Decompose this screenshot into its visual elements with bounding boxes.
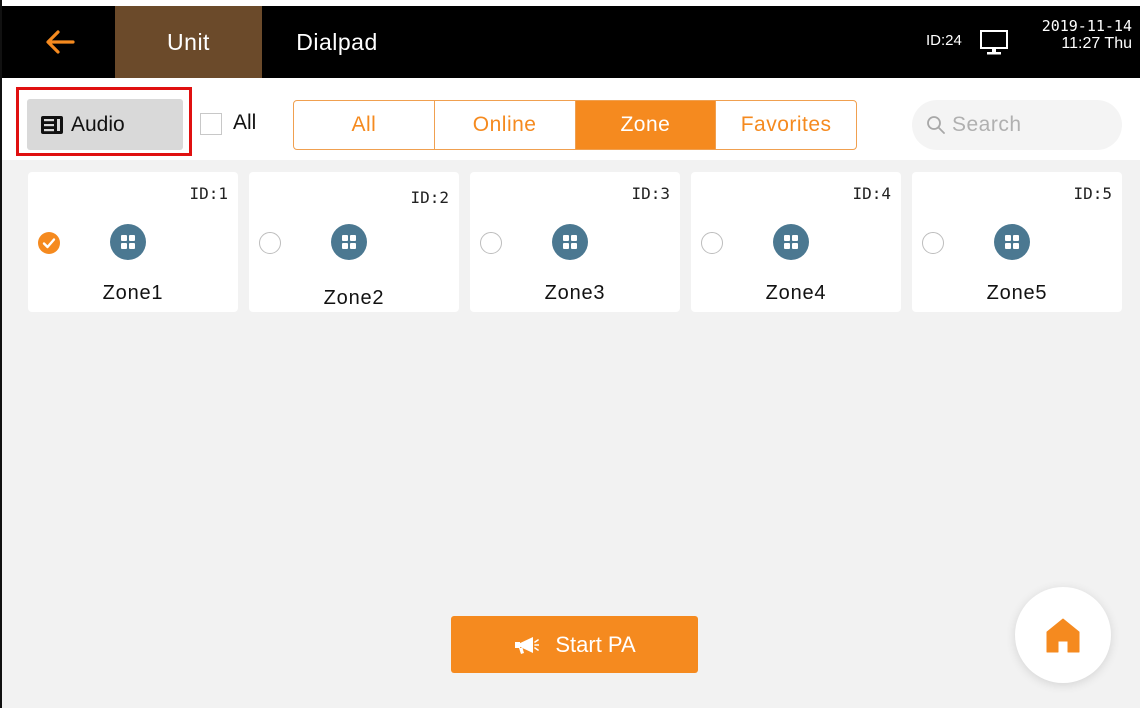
zone-name: Zone3 <box>544 282 606 304</box>
date-time: 2019-11-14 11:27 Thu <box>1020 17 1132 53</box>
zone-card-4[interactable]: ID:4 Zone4 <box>691 172 901 312</box>
computer-monitor-icon <box>980 30 1008 55</box>
select-all-label: All <box>233 111 257 134</box>
search-input[interactable] <box>952 113 1112 137</box>
zone-id: ID:2 <box>410 188 449 207</box>
zone-card-2[interactable]: ID:2 Zone2 <box>249 172 459 312</box>
zone-select-radio[interactable] <box>38 232 60 254</box>
filter-zone[interactable]: Zone <box>575 101 717 149</box>
current-time: 11:27 Thu <box>1061 35 1132 52</box>
search-box[interactable] <box>912 100 1122 150</box>
audio-button-label: Audio <box>71 112 125 136</box>
zone-grid-icon <box>552 224 588 260</box>
zone-card-1[interactable]: ID:1 Zone1 <box>28 172 238 312</box>
tab-dialpad[interactable]: Dialpad <box>262 6 412 78</box>
zone-grid-icon <box>331 224 367 260</box>
list-icon <box>41 115 63 134</box>
grid-icon <box>784 235 798 249</box>
zone-select-radio[interactable] <box>701 232 723 254</box>
back-button[interactable] <box>10 6 110 78</box>
audio-button[interactable]: Audio <box>27 99 183 150</box>
zone-id: ID:3 <box>631 184 670 203</box>
checkmark-icon <box>42 238 56 249</box>
zone-name: Zone4 <box>765 282 827 304</box>
home-button[interactable] <box>1015 587 1111 683</box>
zone-name: Zone1 <box>102 282 164 304</box>
start-pa-button[interactable]: Start PA <box>451 616 698 673</box>
select-all-checkbox[interactable] <box>200 113 222 135</box>
tab-unit[interactable]: Unit <box>115 6 262 78</box>
zone-select-radio[interactable] <box>480 232 502 254</box>
filter-favorites[interactable]: Favorites <box>716 101 856 149</box>
zone-id: ID:5 <box>1073 184 1112 203</box>
zone-grid-icon <box>110 224 146 260</box>
device-id: ID:24 <box>926 32 962 49</box>
zone-id: ID:4 <box>852 184 891 203</box>
zone-select-radio[interactable] <box>259 232 281 254</box>
zone-grid-icon <box>994 224 1030 260</box>
zone-select-radio[interactable] <box>922 232 944 254</box>
arrow-left-icon <box>46 30 75 54</box>
app-screen: Unit Dialpad ID:24 2019-11-14 11:27 Thu … <box>0 0 1140 708</box>
filter-online[interactable]: Online <box>435 101 576 149</box>
zone-name: Zone2 <box>323 287 385 309</box>
grid-icon <box>121 235 135 249</box>
filter-tabs: All Online Zone Favorites <box>293 100 857 150</box>
zone-grid-icon <box>773 224 809 260</box>
zone-name: Zone5 <box>986 282 1048 304</box>
start-pa-label: Start PA <box>555 631 636 657</box>
zone-card-5[interactable]: ID:5 Zone5 <box>912 172 1122 312</box>
search-icon <box>927 116 945 134</box>
grid-icon <box>342 235 356 249</box>
zone-card-3[interactable]: ID:3 Zone3 <box>470 172 680 312</box>
zone-id: ID:1 <box>189 184 228 203</box>
current-date: 2019-11-14 <box>1041 17 1132 35</box>
home-icon <box>1046 618 1080 653</box>
megaphone-icon <box>515 636 540 654</box>
top-bar: Unit Dialpad ID:24 2019-11-14 11:27 Thu <box>2 6 1140 78</box>
filter-all[interactable]: All <box>294 101 435 149</box>
grid-icon <box>563 235 577 249</box>
grid-icon <box>1005 235 1019 249</box>
